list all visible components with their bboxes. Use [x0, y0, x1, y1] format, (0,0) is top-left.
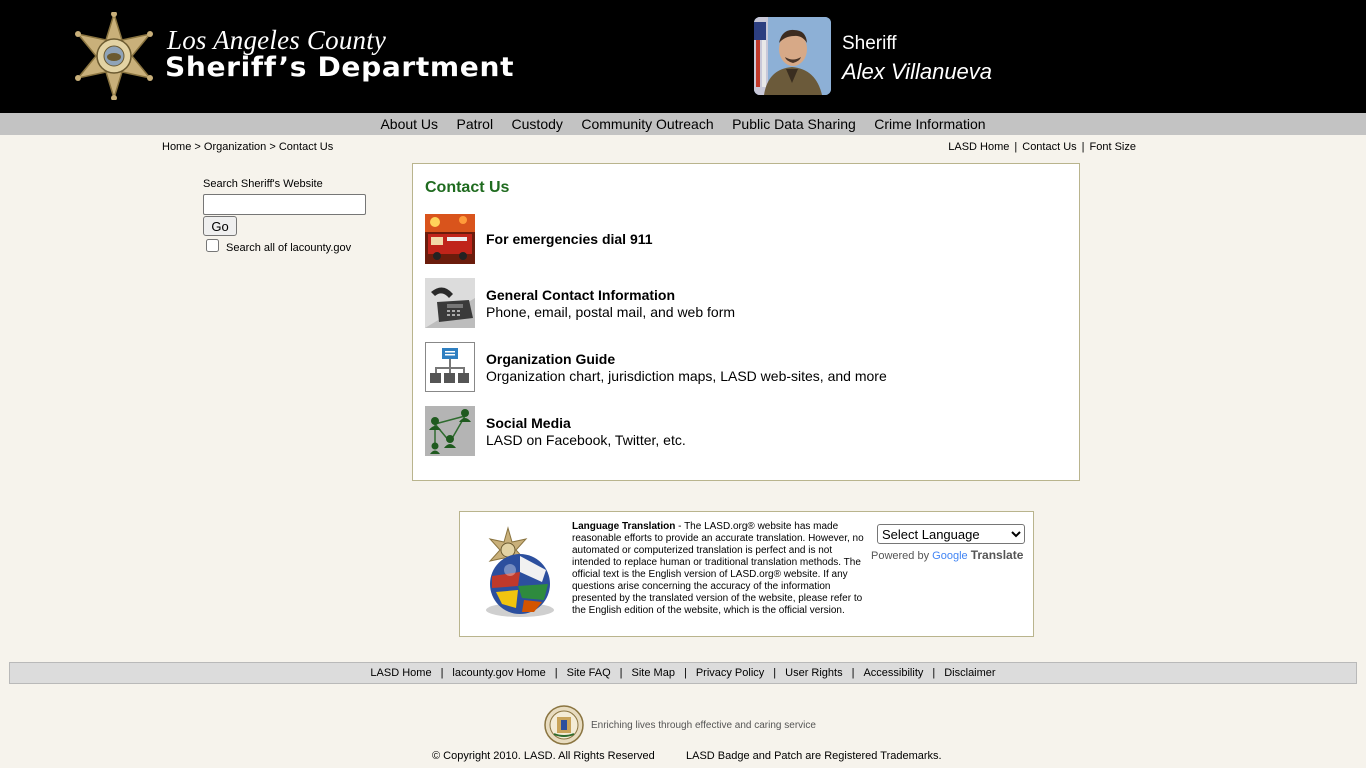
- translation-body: - The LASD.org® website has made reasona…: [572, 521, 864, 616]
- footer-sep: |: [932, 667, 936, 679]
- trademark-text: LASD Badge and Patch are Registered Trad…: [686, 750, 942, 762]
- search-all-label: Search all of lacounty.gov: [226, 242, 352, 254]
- util-contact-us[interactable]: Contact Us: [1022, 141, 1076, 153]
- search-all-checkbox[interactable]: [206, 239, 219, 252]
- go-button[interactable]: Go: [203, 216, 237, 236]
- footer-site-faq[interactable]: Site FAQ: [567, 667, 611, 679]
- translate-link[interactable]: Translate: [971, 548, 1024, 562]
- sheriff-title: Sheriff: [842, 33, 897, 54]
- logo-department-text: Sheriff’s Department: [165, 52, 515, 83]
- breadcrumb-sep: >: [194, 141, 201, 153]
- contact-item-organization[interactable]: Organization Guide Organization chart, j…: [425, 342, 1065, 392]
- contact-item-title[interactable]: Social Media: [486, 415, 571, 431]
- globe-flags-icon: [486, 526, 554, 617]
- search-label: Search Sheriff's Website: [203, 178, 323, 190]
- breadcrumb-home[interactable]: Home: [162, 141, 191, 153]
- translation-panel: Language Translation - The LASD.org® web…: [459, 511, 1034, 637]
- breadcrumb-current: Contact Us: [278, 141, 334, 153]
- footer-disclaimer[interactable]: Disclaimer: [944, 667, 995, 679]
- breadcrumb-sep: >: [269, 141, 276, 153]
- site-header: Los Angeles County Sheriff’s Department …: [0, 0, 1366, 113]
- footer-accessibility[interactable]: Accessibility: [863, 667, 923, 679]
- breadcrumb-organization[interactable]: Organization: [204, 141, 266, 153]
- nav-crime-information[interactable]: Crime Information: [874, 113, 985, 135]
- sheriff-name: Alex Villanueva: [842, 59, 993, 84]
- search-input[interactable]: [203, 194, 366, 215]
- org-chart-icon[interactable]: [425, 342, 475, 392]
- util-sep: |: [1081, 141, 1085, 153]
- footer-sep: |: [683, 667, 687, 679]
- contact-item-general[interactable]: General Contact Information Phone, email…: [425, 278, 1065, 328]
- contact-item-desc: Phone, email, postal mail, and web form: [486, 304, 736, 320]
- util-sep: |: [1014, 141, 1018, 153]
- utility-links: LASD Home | Contact Us | Font Size: [948, 141, 1136, 153]
- google-translate-credit: Powered by Google Translate: [871, 548, 1023, 562]
- copyright-text: © Copyright 2010. LASD. All Rights Reser…: [432, 750, 655, 762]
- contact-item-title[interactable]: For emergencies dial 911: [486, 231, 653, 247]
- social-network-icon[interactable]: [425, 406, 475, 456]
- nav-public-data-sharing[interactable]: Public Data Sharing: [732, 113, 856, 135]
- nav-patrol[interactable]: Patrol: [457, 113, 494, 135]
- footer-links: LASD Home | lacounty.gov Home | Site FAQ | Sit…: [9, 662, 1357, 684]
- translation-disclaimer: Language Translation - The LASD.org® web…: [572, 521, 868, 617]
- footer-tagline: Enriching lives through effective and ca…: [591, 720, 816, 731]
- powered-by-text: Powered by: [871, 550, 930, 562]
- contact-panel: Contact Us For emergencies dial 911 Gene…: [412, 163, 1080, 481]
- contact-title: Contact Us: [425, 179, 510, 196]
- contact-item-title[interactable]: General Contact Information: [486, 287, 675, 303]
- sheriff-badge-icon[interactable]: [74, 12, 154, 100]
- main-nav: About Us Patrol Custody Community Outrea…: [0, 113, 1366, 135]
- nav-about-us[interactable]: About Us: [380, 113, 438, 135]
- translation-heading: Language Translation: [572, 521, 676, 532]
- util-lasd-home[interactable]: LASD Home: [948, 141, 1009, 153]
- footer-lasd-home[interactable]: LASD Home: [370, 667, 431, 679]
- footer-sep: |: [773, 667, 777, 679]
- footer-sep: |: [851, 667, 855, 679]
- footer-privacy-policy[interactable]: Privacy Policy: [696, 667, 764, 679]
- nav-community-outreach[interactable]: Community Outreach: [581, 113, 713, 135]
- footer-lacounty-home[interactable]: lacounty.gov Home: [452, 667, 545, 679]
- fire-truck-icon[interactable]: [425, 214, 475, 264]
- contact-item-desc: LASD on Facebook, Twitter, etc.: [486, 432, 686, 448]
- contact-item-emergency[interactable]: For emergencies dial 911: [425, 214, 1065, 264]
- footer-site-map[interactable]: Site Map: [632, 667, 675, 679]
- footer-user-rights[interactable]: User Rights: [785, 667, 842, 679]
- footer-sep: |: [619, 667, 623, 679]
- language-select[interactable]: Select Language: [877, 524, 1025, 544]
- contact-item-social[interactable]: Social Media LASD on Facebook, Twitter, …: [425, 406, 1065, 456]
- breadcrumb: Home > Organization > Contact Us: [162, 141, 333, 153]
- util-font-size[interactable]: Font Size: [1090, 141, 1136, 153]
- county-seal-icon[interactable]: [544, 704, 584, 746]
- contact-item-title[interactable]: Organization Guide: [486, 351, 615, 367]
- google-logo[interactable]: Google: [932, 550, 967, 562]
- sheriff-photo[interactable]: [754, 17, 831, 95]
- telephone-icon[interactable]: [425, 278, 475, 328]
- footer-sep: |: [554, 667, 558, 679]
- nav-custody[interactable]: Custody: [512, 113, 563, 135]
- footer-sep: |: [440, 667, 444, 679]
- contact-item-desc: Organization chart, jurisdiction maps, L…: [486, 368, 887, 384]
